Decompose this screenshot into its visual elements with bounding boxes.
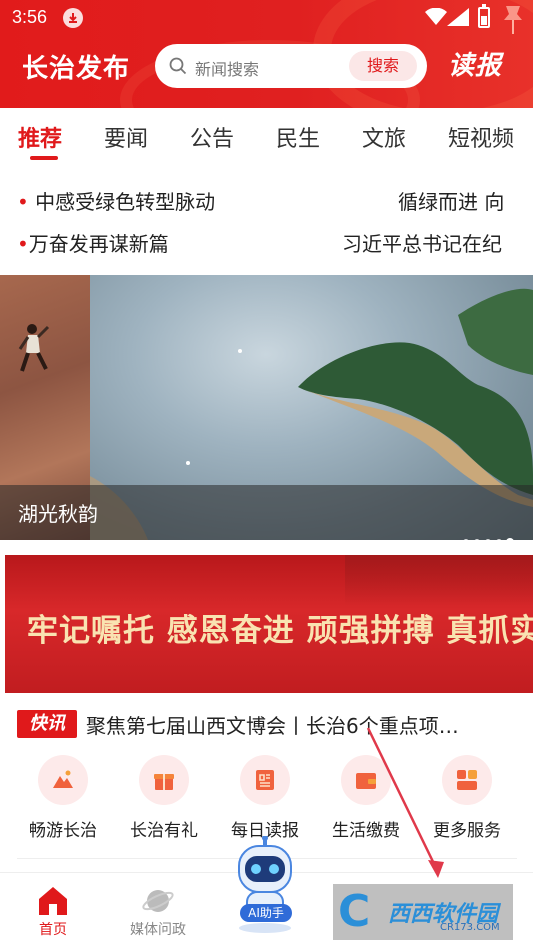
search-button[interactable]: 搜索 <box>349 51 417 81</box>
image-carousel[interactable]: 湖光秋韵 <box>0 275 533 540</box>
category-tabs: 推荐 要闻 公告 民生 文旅 短视频 <box>0 108 533 164</box>
nav-home[interactable]: 首页 <box>13 885 93 939</box>
service-tour[interactable]: 畅游长治 <box>18 755 108 841</box>
tab-notices[interactable]: 公告 <box>190 121 234 153</box>
service-more[interactable]: 更多服务 <box>422 755 512 841</box>
download-icon <box>63 8 83 28</box>
flash-news-tag: 快讯 <box>17 710 77 738</box>
watermark-domain: CR173.COM <box>440 922 500 933</box>
service-gift[interactable]: 长治有礼 <box>119 755 209 841</box>
read-paper-button[interactable]: 读报 <box>448 45 502 82</box>
pin-icon <box>504 6 522 34</box>
planet-icon <box>142 890 174 912</box>
ticker-item[interactable]: •万奋发再谋新篇 <box>17 228 169 257</box>
tab-culture-tourism[interactable]: 文旅 <box>362 121 406 153</box>
app-title: 长治发布 <box>22 54 131 84</box>
tab-recommend[interactable]: 推荐 <box>18 121 62 153</box>
tab-headlines[interactable]: 要闻 <box>104 121 148 153</box>
battery-icon <box>478 4 490 28</box>
tab-short-video[interactable]: 短视频 <box>448 121 514 153</box>
gift-icon <box>154 774 174 790</box>
ai-assistant-label: AI助手 <box>240 904 292 922</box>
search-icon <box>169 57 187 75</box>
flash-news-headline[interactable]: 聚焦第七届山西文博会丨长治6个重点项… <box>86 710 526 739</box>
search-placeholder: 新闻搜索 <box>195 60 260 79</box>
climber-image <box>18 324 50 372</box>
slogan-banner[interactable]: 牢记嘱托 感恩奋进 顽强拼搏 真抓实干 <box>5 555 533 693</box>
ticker-item[interactable]: 循绿而进 向 <box>398 186 504 215</box>
home-icon <box>39 887 67 915</box>
watermark-logo: C <box>338 886 371 937</box>
banner-pagination <box>481 684 511 703</box>
signal-icon <box>447 8 469 26</box>
search-input[interactable]: 新闻搜索 搜索 <box>155 44 427 88</box>
newspaper-icon <box>256 770 274 790</box>
status-bar: 3:56 <box>0 0 533 36</box>
grid-icon <box>457 770 477 790</box>
banner-slogan: 牢记嘱托 感恩奋进 顽强拼搏 真抓实干 <box>27 613 533 649</box>
service-bill-pay[interactable]: 生活缴费 <box>321 755 411 841</box>
service-daily-paper[interactable]: 每日读报 <box>220 755 310 841</box>
wifi-icon <box>425 8 447 25</box>
wallet-icon <box>356 773 376 789</box>
tab-livelihood[interactable]: 民生 <box>276 121 320 153</box>
carousel-pagination <box>458 530 513 540</box>
nav-media-inquiry[interactable]: 媒体问政 <box>118 885 198 939</box>
mountain-icon <box>53 770 73 788</box>
ticker-item[interactable]: • 中感受绿色转型脉动 <box>17 186 215 215</box>
app-header: 3:56 长治发布 新闻搜索 搜索 读报 <box>0 0 533 108</box>
carousel-caption: 湖光秋韵 <box>18 502 98 526</box>
tab-active-indicator <box>30 156 58 160</box>
status-time: 3:56 <box>12 7 48 27</box>
ticker-item[interactable]: 习近平总书记在纪 <box>342 228 502 257</box>
